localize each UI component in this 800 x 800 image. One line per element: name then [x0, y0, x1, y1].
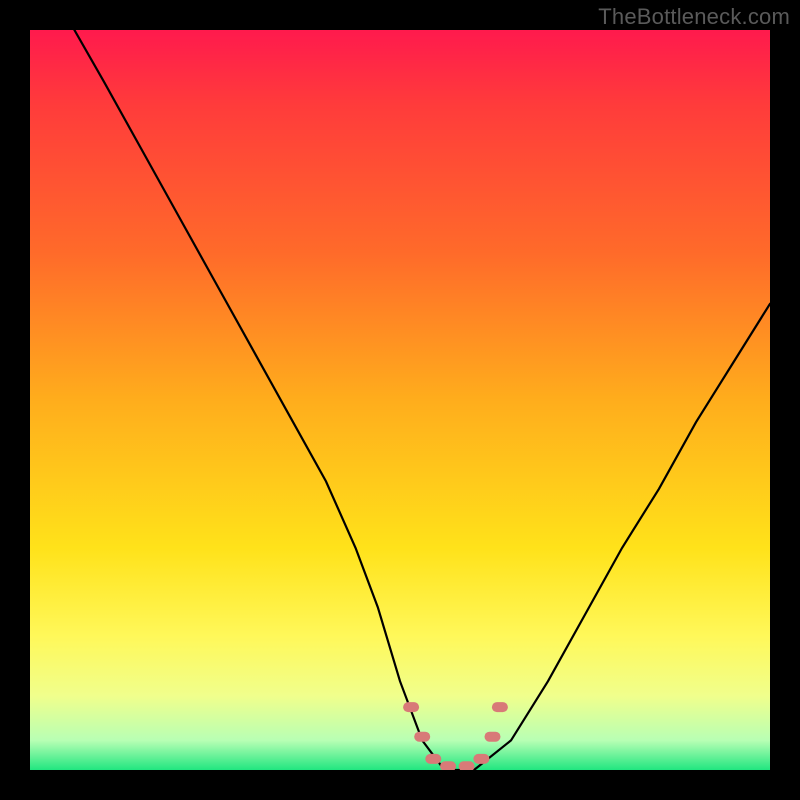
plot-area — [30, 30, 770, 770]
watermark-text: TheBottleneck.com — [598, 4, 790, 30]
marker-dot — [473, 754, 489, 764]
flat-region-markers — [403, 702, 508, 770]
chart-frame: TheBottleneck.com — [0, 0, 800, 800]
marker-dot — [459, 761, 475, 770]
chart-svg — [30, 30, 770, 770]
marker-dot — [403, 702, 419, 712]
marker-dot — [440, 761, 456, 770]
marker-dot — [485, 732, 501, 742]
marker-dot — [492, 702, 508, 712]
marker-dot — [414, 732, 430, 742]
bottleneck-curve — [74, 30, 770, 770]
marker-dot — [425, 754, 441, 764]
